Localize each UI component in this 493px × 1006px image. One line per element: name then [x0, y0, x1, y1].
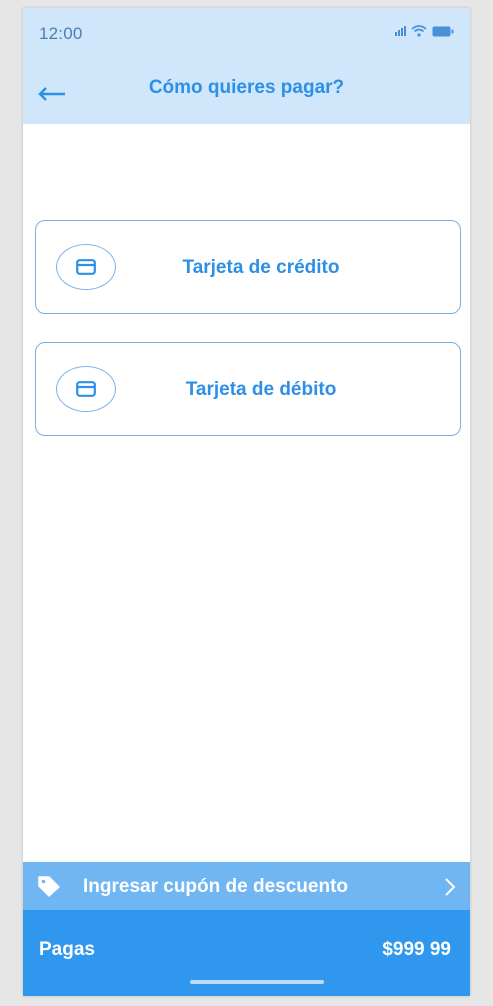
total-label: Pagas — [39, 939, 95, 960]
wifi-icon — [411, 25, 427, 37]
signal-icon — [395, 26, 406, 36]
tag-icon — [38, 876, 60, 897]
status-time: 12:00 — [39, 24, 83, 43]
page-title: Cómo quieres pagar? — [148, 77, 345, 98]
total-amount: $999 99 — [382, 939, 451, 960]
home-indicator — [190, 980, 324, 984]
payment-option-label: Tarjeta de débito — [185, 379, 337, 400]
payment-option-label: Tarjeta de crédito — [182, 257, 340, 278]
payment-option-credit[interactable]: Tarjeta de crédito — [35, 220, 461, 314]
phone-screen: 12:00 Cómo quieres pagar? Tarjeta de cré… — [23, 8, 470, 996]
coupon-button[interactable]: Ingresar cupón de descuento — [23, 862, 470, 910]
payment-option-debit[interactable]: Tarjeta de débito — [35, 342, 461, 436]
coupon-label: Ingresar cupón de descuento — [83, 876, 348, 897]
battery-icon — [432, 26, 454, 36]
app-header: 12:00 Cómo quieres pagar? — [23, 8, 470, 124]
total-bar: Pagas $999 99 — [23, 910, 470, 996]
chevron-right-icon — [445, 878, 456, 896]
status-icons — [395, 25, 454, 37]
